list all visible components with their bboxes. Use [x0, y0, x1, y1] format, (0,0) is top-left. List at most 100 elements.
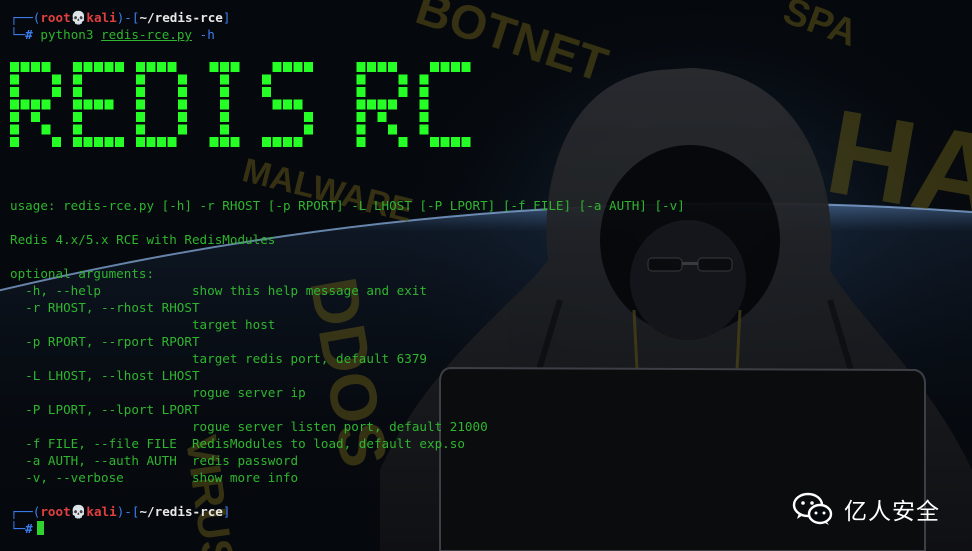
option-line: -h, --help show this help message and ex…: [10, 283, 428, 298]
banner-pixel: [10, 124, 19, 135]
banner-pixel: [73, 124, 82, 135]
redis-rce-banner: [10, 62, 471, 147]
watermark-text: 亿人安全: [844, 499, 940, 525]
banner-pixel: [31, 99, 40, 110]
banner-pixel: [136, 87, 145, 97]
banner-pixel: [262, 74, 271, 85]
banner-pixel: [451, 137, 460, 147]
command-file: redis-rce.py: [101, 27, 193, 42]
option-line: rogue server ip: [10, 385, 306, 400]
banner-pixel: [356, 99, 366, 110]
banner-pixel: [52, 74, 61, 85]
banner-pixel: [304, 112, 313, 122]
banner-pixel: [178, 99, 187, 110]
banner-pixel: [388, 99, 397, 110]
banner-pixel: [304, 62, 313, 72]
banner-pixel: [230, 62, 240, 72]
command-flag: -h: [199, 27, 215, 42]
banner-pixel: [146, 137, 156, 147]
banner-pixel: [167, 137, 177, 147]
banner-pixel: [73, 99, 82, 110]
prompt-line-2: ┌──(root💀kali)-[~/redis-rce]: [10, 504, 231, 519]
banner-pixel: [167, 62, 177, 72]
banner-pixel: [356, 124, 366, 135]
banner-pixel: [220, 62, 229, 72]
banner-pixel: [178, 87, 187, 97]
text-cursor[interactable]: [36, 521, 44, 535]
banner-pixel: [293, 99, 303, 110]
banner-pixel: [419, 74, 429, 85]
banner-pixel: [41, 99, 51, 110]
banner-pixel: [262, 137, 271, 147]
banner-pixel: [220, 137, 229, 147]
banner-pixel: [41, 124, 51, 135]
terminal: ┌──(root💀kali)-[~/redis-rce] └─# python3…: [0, 0, 972, 551]
banner-pixel: [73, 62, 82, 72]
banner-pixel: [10, 62, 19, 72]
banner-pixel: [377, 112, 387, 122]
option-line: -r RHOST, --rhost RHOST: [10, 300, 200, 315]
banner-pixel: [398, 137, 408, 147]
banner-pixel: [220, 112, 229, 122]
banner-pixel: [440, 62, 450, 72]
banner-pixel: [209, 62, 219, 72]
banner-pixel: [52, 87, 61, 97]
banner-pixel: [377, 62, 387, 72]
banner-pixel: [83, 137, 93, 147]
wechat-icon: [792, 492, 833, 525]
banner-pixel: [283, 99, 292, 110]
banner-pixel: [136, 74, 145, 85]
banner-pixel: [209, 137, 219, 147]
banner-pixel: [10, 112, 19, 122]
banner-pixel: [10, 137, 19, 147]
banner-pixel: [304, 124, 313, 135]
banner-pixel: [356, 62, 366, 72]
option-line: -L LHOST, --lhost LHOST: [10, 368, 200, 383]
prompt-host: kali: [86, 504, 117, 519]
banner-pixel: [440, 137, 450, 147]
banner-pixel: [83, 62, 93, 72]
banner-pixel: [356, 87, 366, 97]
banner-pixel: [178, 74, 187, 85]
banner-pixel: [157, 137, 166, 147]
input-line[interactable]: └─#: [10, 520, 44, 537]
usage-line: usage: redis-rce.py [-h] -r RHOST [-p RP…: [10, 198, 685, 213]
skull-icon: 💀: [70, 504, 87, 519]
banner-pixel: [52, 137, 61, 147]
prompt-path: ~/redis-rce: [139, 10, 223, 25]
banner-pixel: [73, 112, 82, 122]
banner-pixel: [430, 137, 439, 147]
banner-pixel: [94, 99, 103, 110]
banner-pixel: [136, 112, 145, 122]
banner-pixel: [136, 124, 145, 135]
description-line: Redis 4.x/5.x RCE with RedisModules: [10, 232, 276, 247]
banner-pixel: [94, 137, 103, 147]
banner-pixel: [220, 87, 229, 97]
banner-pixel: [272, 137, 282, 147]
banner-pixel: [220, 124, 229, 135]
banner-pixel: [31, 112, 40, 122]
banner-pixel: [104, 99, 114, 110]
banner-pixel: [461, 62, 471, 72]
banner-pixel: [73, 137, 82, 147]
command-line: └─# python3 redis-rce.py -h: [10, 27, 215, 42]
option-line: target host: [10, 317, 276, 332]
banner-pixel: [293, 137, 303, 147]
banner-pixel: [146, 62, 156, 72]
banner-pixel: [272, 99, 282, 110]
banner-pixel: [115, 137, 124, 147]
banner-pixel: [230, 137, 240, 147]
prompt-hash: #: [25, 27, 33, 42]
banner-pixel: [367, 99, 376, 110]
banner-pixel: [10, 87, 19, 97]
banner-pixel: [178, 124, 187, 135]
banner-pixel: [356, 112, 366, 122]
option-line: -a AUTH, --auth AUTH redis password: [10, 453, 299, 468]
banner-pixel: [31, 62, 40, 72]
banner-pixel: [73, 74, 82, 85]
banner-pixel: [104, 137, 114, 147]
banner-pixel: [377, 99, 387, 110]
banner-pixel: [356, 137, 366, 147]
banner-pixel: [419, 99, 429, 110]
banner-pixel: [220, 99, 229, 110]
